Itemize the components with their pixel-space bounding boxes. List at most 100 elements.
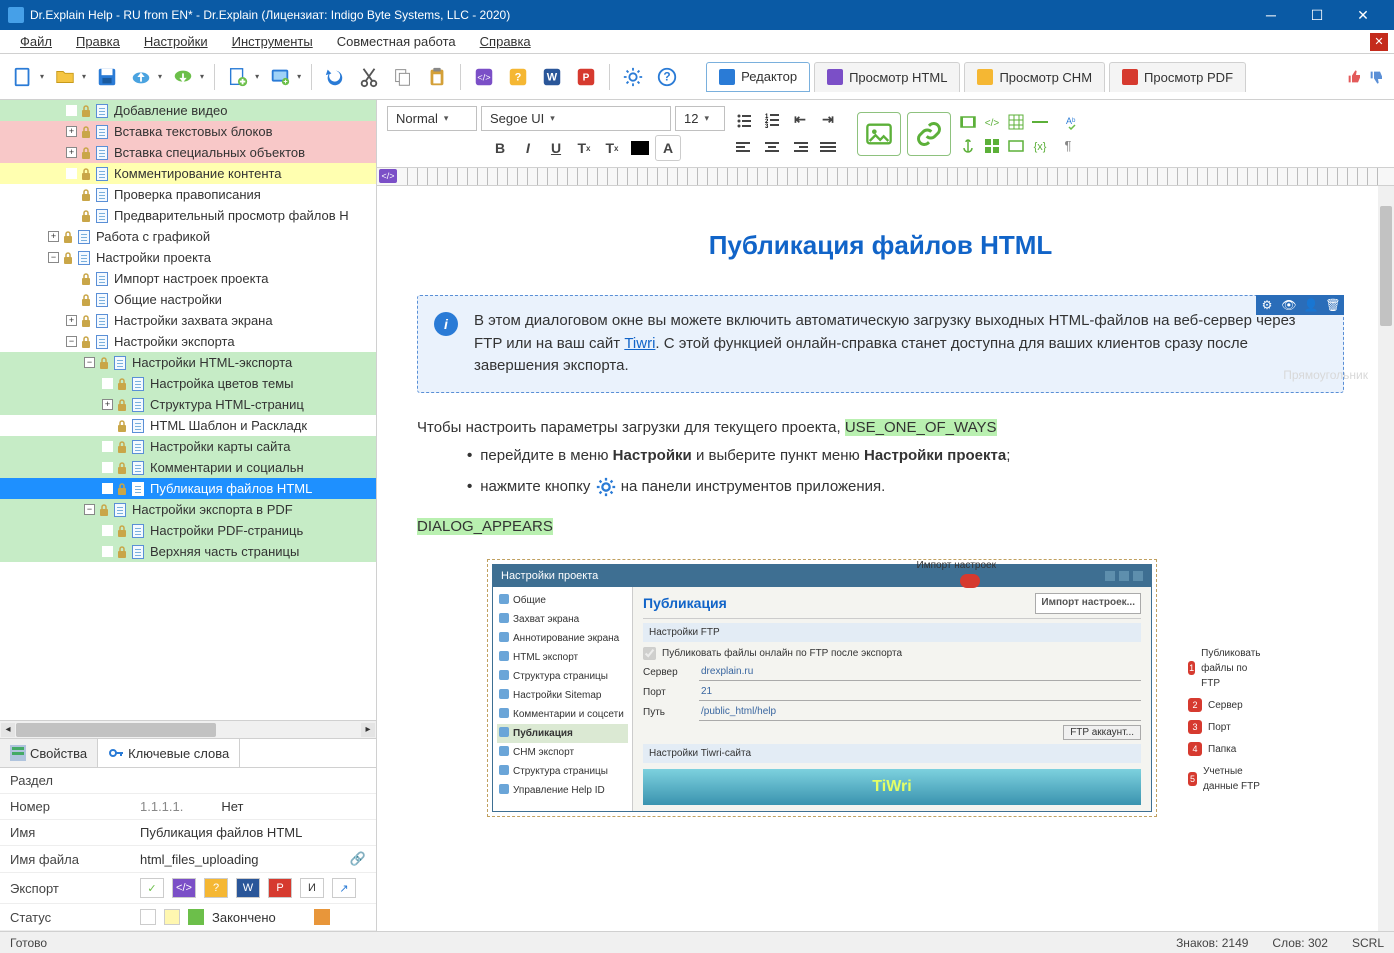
undo-button[interactable] xyxy=(320,62,350,92)
tree-item[interactable]: −Настройки экспорта в PDF xyxy=(0,499,376,520)
tree-item[interactable]: Настройка цветов темы xyxy=(0,373,376,394)
tree-hscrollbar[interactable]: ◂ ▸ xyxy=(0,720,376,738)
subscript-button[interactable]: Tx xyxy=(571,135,597,161)
page-vscrollbar[interactable] xyxy=(1378,186,1394,931)
export-word-toggle[interactable]: W xyxy=(236,878,260,898)
tree-item[interactable]: Общие настройки xyxy=(0,289,376,310)
tree[interactable]: Добавление видео+Вставка текстовых блоко… xyxy=(0,100,376,720)
tree-item[interactable]: −Настройки проекта xyxy=(0,247,376,268)
tab-keywords[interactable]: Ключевые слова xyxy=(98,739,240,767)
numbered-button[interactable]: 123 xyxy=(759,107,785,133)
insert-video-button[interactable] xyxy=(957,111,979,133)
export-toggle[interactable]: ✓ xyxy=(140,878,164,898)
add-page-button[interactable] xyxy=(223,62,253,92)
link-icon[interactable]: 🔗 xyxy=(350,851,366,867)
export-i-toggle[interactable]: И xyxy=(300,878,324,898)
align-right-button[interactable] xyxy=(787,135,813,161)
underline-button[interactable]: U xyxy=(543,135,569,161)
caret-icon[interactable]: ▾ xyxy=(255,72,259,81)
caret-icon[interactable]: ▾ xyxy=(158,72,162,81)
expand-icon[interactable]: + xyxy=(66,147,77,158)
prop-number-value[interactable]: 1.1.1.1. xyxy=(140,799,183,814)
minimize-button[interactable]: ─ xyxy=(1248,0,1294,30)
tree-item[interactable]: −Настройки HTML-экспорта xyxy=(0,352,376,373)
tree-item[interactable]: Публикация файлов HTML xyxy=(0,478,376,499)
tree-item[interactable]: Верхняя часть страницы xyxy=(0,541,376,562)
tiwri-link[interactable]: Tiwri xyxy=(624,335,655,352)
menu-help[interactable]: Справка xyxy=(468,31,543,52)
gear-icon[interactable]: ⚙ xyxy=(1256,295,1278,315)
align-left-button[interactable] xyxy=(731,135,757,161)
font-select[interactable]: Segoe UI▾ xyxy=(481,106,671,131)
tree-item[interactable]: Добавление видео xyxy=(0,100,376,121)
export-html-toggle[interactable]: </> xyxy=(172,878,196,898)
new-button[interactable] xyxy=(8,62,38,92)
bullets-button[interactable] xyxy=(731,107,757,133)
tree-item[interactable]: Комментарии и социальн xyxy=(0,457,376,478)
cloud-up-button[interactable] xyxy=(126,62,156,92)
prop-name-value[interactable]: Публикация файлов HTML xyxy=(140,825,302,840)
tree-item[interactable]: Импорт настроек проекта xyxy=(0,268,376,289)
tab-html-preview[interactable]: Просмотр HTML xyxy=(814,62,960,92)
status-yellow[interactable] xyxy=(164,909,180,925)
maximize-button[interactable]: ☐ xyxy=(1294,0,1340,30)
outdent-button[interactable]: ⇤ xyxy=(787,107,813,133)
menu-tools[interactable]: Инструменты xyxy=(220,31,325,52)
toggle-marks-button[interactable]: ¶ xyxy=(1057,135,1079,157)
size-select[interactable]: 12▾ xyxy=(675,106,725,131)
export-chm-toggle[interactable]: ? xyxy=(204,878,228,898)
export-html-button[interactable]: </> xyxy=(469,62,499,92)
expand-icon[interactable]: + xyxy=(102,399,113,410)
expand-icon[interactable]: + xyxy=(66,126,77,137)
tab-properties[interactable]: Свойства xyxy=(0,739,98,767)
text-color-button[interactable] xyxy=(627,135,653,161)
lang-badge[interactable]: </> xyxy=(379,169,397,183)
tree-item[interactable]: Предварительный просмотр файлов H xyxy=(0,205,376,226)
scroll-thumb[interactable] xyxy=(16,723,216,737)
tree-item[interactable]: Настройки карты сайта xyxy=(0,436,376,457)
tree-item[interactable]: +Вставка текстовых блоков xyxy=(0,121,376,142)
insert-frame-button[interactable] xyxy=(1005,135,1027,157)
close-document-button[interactable]: ✕ xyxy=(1370,33,1388,51)
cloud-down-button[interactable] xyxy=(168,62,198,92)
expand-icon[interactable]: + xyxy=(66,315,77,326)
export-chm-button[interactable]: ? xyxy=(503,62,533,92)
expand-icon[interactable]: − xyxy=(84,504,95,515)
tab-chm-preview[interactable]: Просмотр CHM xyxy=(964,62,1105,92)
menu-collab[interactable]: Совместная работа xyxy=(325,31,468,52)
thumb-up-icon[interactable] xyxy=(1344,69,1364,85)
embedded-screenshot[interactable]: Импорт настроек Настройки проекта ОбщиеЗ… xyxy=(487,559,1157,818)
bold-button[interactable]: B xyxy=(487,135,513,161)
status-orange[interactable] xyxy=(314,909,330,925)
export-pdf-button[interactable]: P xyxy=(571,62,601,92)
caret-icon[interactable]: ▾ xyxy=(40,72,44,81)
italic-button[interactable]: I xyxy=(515,135,541,161)
expand-icon[interactable]: − xyxy=(66,336,77,347)
info-box[interactable]: ⚙ 👁 👤 🗑 i В этом диалоговом окне вы може… xyxy=(417,295,1344,393)
trash-icon[interactable]: 🗑 xyxy=(1322,295,1344,315)
save-button[interactable] xyxy=(92,62,122,92)
ruler[interactable]: </> xyxy=(377,168,1394,186)
caret-icon[interactable]: ▾ xyxy=(200,72,204,81)
status-white[interactable] xyxy=(140,909,156,925)
page-content[interactable]: Публикация файлов HTML ⚙ 👁 👤 🗑 i В этом … xyxy=(377,186,1394,931)
open-button[interactable] xyxy=(50,62,80,92)
align-center-button[interactable] xyxy=(759,135,785,161)
person-icon[interactable]: 👤 xyxy=(1300,295,1322,315)
insert-code-button[interactable]: </> xyxy=(981,111,1003,133)
insert-link-button[interactable] xyxy=(907,112,951,156)
insert-anchor-button[interactable] xyxy=(957,135,979,157)
expand-icon[interactable]: + xyxy=(48,231,59,242)
tree-item[interactable]: Комментирование контента xyxy=(0,163,376,184)
export-run-button[interactable]: ↗ xyxy=(332,878,356,898)
scroll-left-icon[interactable]: ◂ xyxy=(1,723,15,737)
menu-edit[interactable]: Правка xyxy=(64,31,132,52)
copy-button[interactable] xyxy=(388,62,418,92)
scroll-right-icon[interactable]: ▸ xyxy=(361,723,375,737)
tree-item[interactable]: Проверка правописания xyxy=(0,184,376,205)
settings-button[interactable] xyxy=(618,62,648,92)
expand-icon[interactable]: − xyxy=(48,252,59,263)
status-green[interactable] xyxy=(188,909,204,925)
spellcheck-button[interactable]: Aᵇ xyxy=(1057,111,1079,133)
indent-button[interactable]: ⇥ xyxy=(815,107,841,133)
